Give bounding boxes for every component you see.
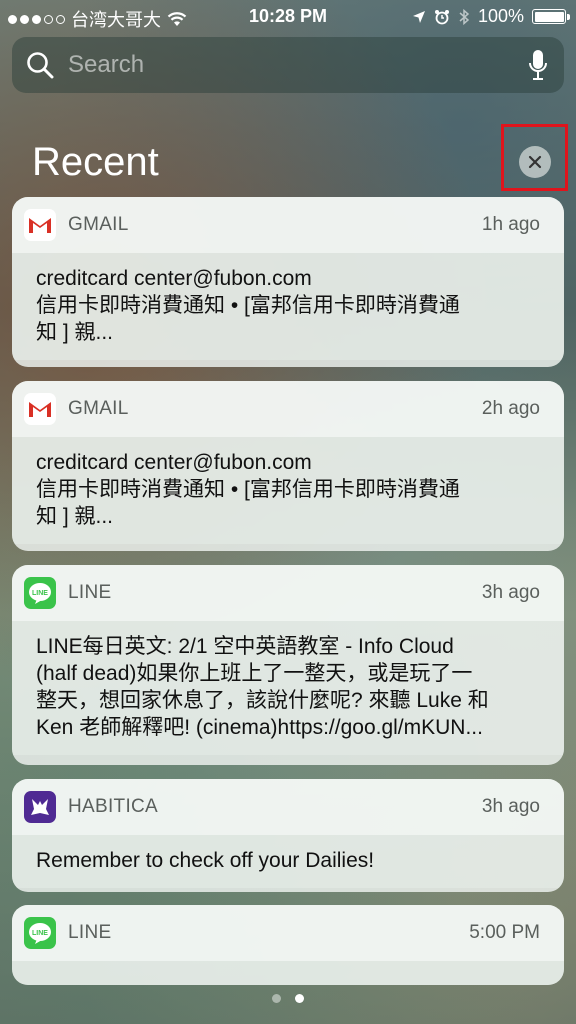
battery-icon (532, 9, 570, 24)
notification-time: 5:00 PM (469, 922, 540, 943)
notification-text-line: Remember to check off your Dailies! (36, 849, 375, 872)
app-name: HABITICA (68, 796, 159, 817)
svg-text:LINE: LINE (32, 590, 48, 597)
notification-header: GMAIL 2h ago (12, 381, 564, 437)
microphone-icon[interactable] (528, 49, 548, 81)
app-name: LINE (68, 582, 112, 603)
gmail-icon (24, 393, 56, 425)
notification-text-line: 信用卡即時消費通知 • [富邦信用卡即時消費通 (36, 294, 460, 317)
notification-body: LINE每日英文: 2/1 空中英語教室 - Info Cloud (half d… (12, 621, 564, 755)
search-icon (27, 52, 54, 79)
notification-header: LINE LINE 5:00 PM (12, 905, 564, 961)
notification-header: HABITICA 3h ago (12, 779, 564, 835)
page-dot[interactable] (272, 994, 281, 1003)
notification-body: creditcard center@fubon.com 信用卡即時消費通知 • [… (12, 253, 564, 360)
app-name: LINE (68, 922, 112, 943)
notification-text-line: 知 ] 親... (36, 321, 114, 344)
notification-text-line: 整天，想回家休息了，該說什麼呢? 來聽 Luke 和 (36, 689, 489, 712)
notification-card[interactable]: HABITICA 3h ago Remember to check off your… (12, 779, 564, 892)
notification-time: 3h ago (481, 582, 540, 603)
notification-time: 3h ago (481, 796, 540, 817)
section-title: Recent (32, 140, 159, 184)
battery-percent: 100% (477, 6, 524, 26)
notification-card[interactable]: GMAIL 1h ago creditcard center@fubon.com 信用… (12, 197, 564, 367)
battery-fill (534, 11, 564, 22)
notification-time: 2h ago (481, 398, 540, 419)
line-icon: LINE (24, 917, 56, 949)
line-icon: LINE (24, 577, 56, 609)
search-bar[interactable] (12, 37, 564, 93)
notification-body: Remember to check off your Dailies! (12, 835, 564, 888)
alarm-icon (434, 9, 449, 24)
location-arrow-icon (412, 10, 425, 23)
highlight-box (501, 124, 568, 191)
notification-text-line: Ken 老師解釋吧! (cinema)https://goo.gl/mKUN..… (36, 716, 483, 739)
notification-text-line: (half dead)如果你上班上了一整天，或是玩了一 (36, 662, 473, 685)
notification-body (12, 961, 564, 985)
app-name: GMAIL (68, 398, 129, 419)
notification-text-line: LINE每日英文: 2/1 空中英語教室 - Info Cloud (36, 635, 454, 658)
notification-text-line: creditcard center@fubon.com (36, 451, 312, 474)
notification-header: GMAIL 1h ago (12, 197, 564, 253)
page-indicator[interactable] (0, 994, 576, 1003)
notification-header: LINE LINE 3h ago (12, 565, 564, 621)
gmail-icon (24, 209, 56, 241)
status-right: 100% (412, 6, 570, 27)
search-input[interactable] (66, 50, 510, 80)
notification-card[interactable]: LINE LINE 3h ago LINE每日英文: 2/1 空中英語教室 - Inf… (12, 565, 564, 765)
notification-card[interactable]: GMAIL 2h ago creditcard center@fubon.com 信用… (12, 381, 564, 551)
habitica-icon (24, 791, 56, 823)
notification-text-line: 知 ] 親... (36, 505, 114, 528)
bluetooth-icon (459, 8, 470, 25)
app-name: GMAIL (68, 214, 129, 235)
notification-time: 1h ago (481, 214, 540, 235)
svg-text:LINE: LINE (32, 930, 48, 937)
notification-body: creditcard center@fubon.com 信用卡即時消費通知 • [… (12, 437, 564, 544)
status-bar: 台湾大哥大 10:28 PM 100% (0, 0, 576, 34)
page-dot[interactable] (295, 994, 304, 1003)
notification-text-line: 信用卡即時消費通知 • [富邦信用卡即時消費通 (36, 478, 460, 501)
notification-card[interactable]: LINE LINE 5:00 PM (12, 905, 564, 985)
notification-text-line: creditcard center@fubon.com (36, 267, 312, 290)
